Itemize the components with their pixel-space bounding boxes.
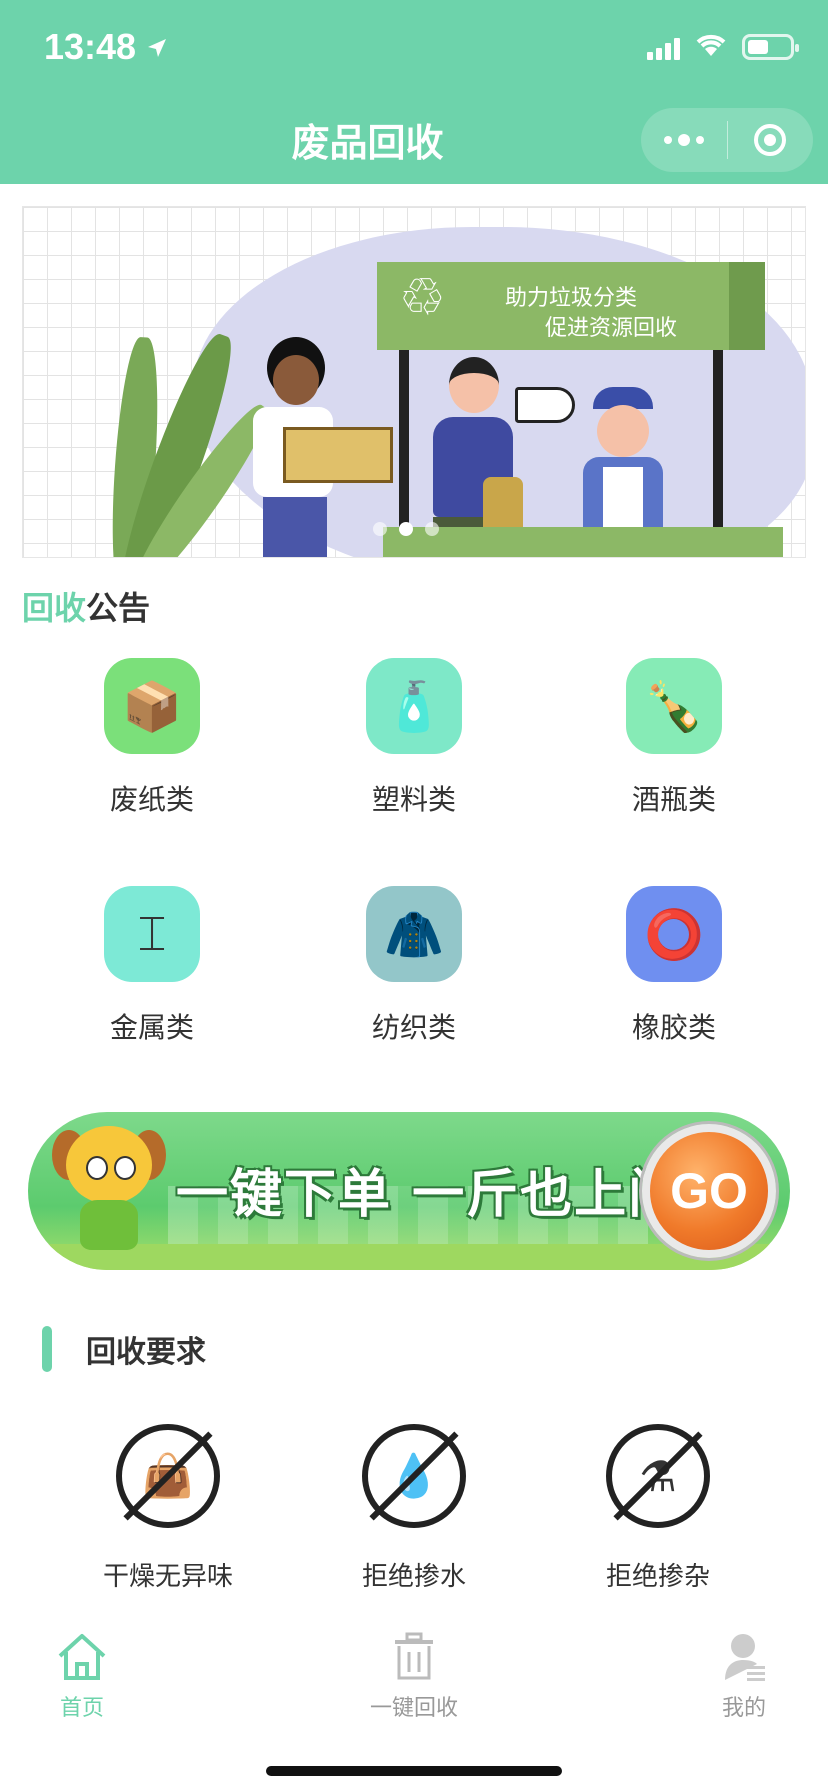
time-text: 13:48 <box>44 26 137 67</box>
home-icon <box>2 1628 162 1682</box>
tab-home-label: 首页 <box>59 1696 104 1721</box>
stall-counter <box>383 527 783 557</box>
no-water-icon: 💧 <box>362 1424 466 1528</box>
category-label: 废纸类 <box>109 783 194 816</box>
category-label: 金属类 <box>109 1011 194 1044</box>
banner-sign-line1: 助力垃圾分类 <box>505 286 638 311</box>
notice-title[interactable]: 回收公告 <box>22 583 150 629</box>
more-options-icon[interactable] <box>641 108 727 172</box>
notice-rest: 公告 <box>86 589 151 627</box>
top-bar: 13:48 废品回收 <box>0 0 828 184</box>
miniapp-capsule <box>641 108 813 172</box>
no-impurity-icon: ⚗ <box>606 1424 710 1528</box>
battery-icon <box>742 34 799 60</box>
carousel-dot[interactable] <box>373 522 387 536</box>
requirement-item: 👜 干燥无异味 <box>58 1424 278 1593</box>
promo-slogan: 一键下单 一斤也上门 <box>176 1165 683 1225</box>
notice-highlight: 回收 <box>22 589 87 627</box>
banner-sign: ♲ 助力垃圾分类 促进资源回收 <box>377 262 765 350</box>
tab-recycle-label: 一键回收 <box>369 1696 458 1721</box>
close-miniapp-icon[interactable] <box>728 108 814 172</box>
requirement-label: 拒绝掺杂 <box>605 1562 710 1592</box>
category-item[interactable]: 🧥 纺织类 <box>314 886 514 1046</box>
no-wet-bag-icon: 👜 <box>116 1424 220 1528</box>
steel-beam-icon: ⌶ <box>104 886 200 982</box>
banner-sign-line2: 促进资源回收 <box>545 316 678 341</box>
go-button[interactable]: GO <box>642 1124 776 1258</box>
category-item[interactable]: 🍾 酒瓶类 <box>574 658 774 818</box>
category-label: 橡胶类 <box>631 1011 716 1044</box>
home-indicator <box>266 1766 562 1776</box>
requirements-title: 回收要求 <box>86 1335 206 1370</box>
trash-can-icon <box>334 1628 494 1682</box>
category-label: 酒瓶类 <box>631 783 716 816</box>
dog-mascot <box>52 1120 166 1260</box>
section-accent-bar <box>42 1326 52 1372</box>
category-item[interactable]: 📦 废纸类 <box>52 658 252 818</box>
person-with-box-illustration <box>243 337 393 557</box>
requirement-item: ⚗ 拒绝掺杂 <box>548 1424 768 1593</box>
tab-home[interactable]: 首页 <box>2 1628 162 1722</box>
carousel-indicators <box>373 522 439 536</box>
category-item[interactable]: ⌶ 金属类 <box>52 886 252 1046</box>
requirements-header: 回收要求 <box>42 1326 206 1372</box>
box-icon: 📦 <box>104 658 200 754</box>
category-label: 塑料类 <box>371 783 456 816</box>
tire-icon: ⭕ <box>626 886 722 982</box>
carousel-dot-active[interactable] <box>399 522 413 536</box>
tab-mine[interactable]: 我的 <box>664 1628 824 1722</box>
user-profile-icon <box>664 1628 824 1682</box>
carousel-dot[interactable] <box>425 522 439 536</box>
requirement-item: 💧 拒绝掺水 <box>304 1424 524 1593</box>
status-icons <box>647 32 799 62</box>
recycle-icon: ♲ <box>399 268 446 328</box>
requirement-label: 干燥无异味 <box>102 1562 233 1592</box>
location-arrow-icon <box>146 26 168 68</box>
category-item[interactable]: 🧴 塑料类 <box>314 658 514 818</box>
category-label: 纺织类 <box>371 1011 456 1044</box>
category-item[interactable]: ⭕ 橡胶类 <box>574 886 774 1046</box>
status-time: 13:48 <box>44 26 168 68</box>
wine-bottle-icon: 🍾 <box>626 658 722 754</box>
page-title: 废品回收 <box>291 121 444 165</box>
tab-one-click-recycle[interactable]: 一键回收 <box>334 1628 494 1722</box>
tab-mine-label: 我的 <box>721 1696 766 1721</box>
cellular-signal-icon <box>647 34 680 60</box>
wifi-icon <box>694 32 728 62</box>
requirement-label: 拒绝掺水 <box>361 1562 466 1592</box>
jacket-icon: 🧥 <box>366 886 462 982</box>
banner-carousel[interactable]: ♲ 助力垃圾分类 促进资源回收 <box>22 206 806 558</box>
one-click-order-banner[interactable]: 一键下单 一斤也上门 GO <box>28 1112 790 1270</box>
bottle-icon: 🧴 <box>366 658 462 754</box>
